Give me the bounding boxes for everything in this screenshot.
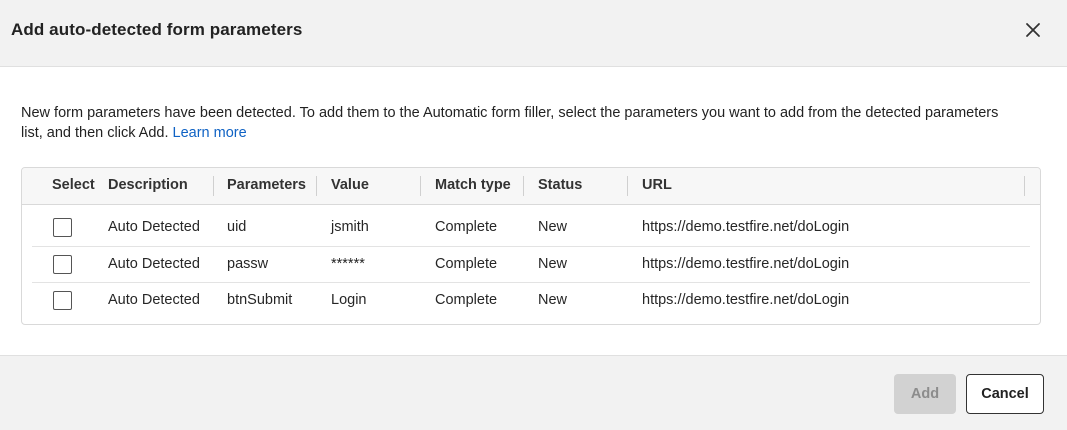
learn-more-link[interactable]: Learn more — [173, 125, 247, 141]
cell-match-type: Complete — [435, 292, 498, 308]
column-header-match-type[interactable]: Match type — [435, 177, 511, 193]
cell-parameter: passw — [227, 256, 269, 272]
add-button[interactable]: Add — [894, 374, 956, 414]
column-header-select[interactable]: Select — [52, 177, 95, 193]
cell-description: Auto Detected — [108, 292, 200, 308]
column-divider[interactable] — [627, 176, 628, 196]
table-header: Select Description Parameters Value Matc… — [22, 168, 1040, 205]
column-header-parameters[interactable]: Parameters — [227, 177, 306, 193]
column-header-description[interactable]: Description — [108, 177, 188, 193]
dialog-title: Add auto-detected form parameters — [11, 20, 303, 39]
column-divider[interactable] — [523, 176, 524, 196]
column-divider[interactable] — [316, 176, 317, 196]
close-icon — [1026, 23, 1040, 37]
row-select-checkbox[interactable] — [53, 291, 72, 310]
intro-message: New form parameters have been detected. … — [21, 105, 999, 141]
parameters-table: Select Description Parameters Value Matc… — [21, 167, 1041, 325]
cell-url: https://demo.testfire.net/doLogin — [642, 292, 850, 308]
cell-parameter: uid — [227, 219, 247, 235]
column-divider[interactable] — [1024, 176, 1025, 196]
cell-match-type: Complete — [435, 256, 498, 272]
cell-value: ****** — [331, 256, 365, 272]
column-divider[interactable] — [420, 176, 421, 196]
cell-value: jsmith — [331, 219, 369, 235]
cell-description: Auto Detected — [108, 219, 200, 235]
column-divider[interactable] — [213, 176, 214, 196]
row-select-checkbox[interactable] — [53, 218, 72, 237]
close-button[interactable] — [1021, 18, 1045, 42]
table-row[interactable]: Auto Detected btnSubmit Login Complete N… — [22, 283, 1040, 319]
column-header-value[interactable]: Value — [331, 177, 369, 193]
cell-parameter: btnSubmit — [227, 292, 293, 308]
cell-status: New — [538, 256, 568, 272]
cell-value: Login — [331, 292, 367, 308]
cell-url: https://demo.testfire.net/doLogin — [642, 219, 850, 235]
cell-description: Auto Detected — [108, 256, 200, 272]
column-header-status[interactable]: Status — [538, 177, 582, 193]
dialog-header: Add auto-detected form parameters — [0, 0, 1067, 67]
table-row[interactable]: Auto Detected uid jsmith Complete New ht… — [22, 210, 1040, 246]
cell-status: New — [538, 219, 568, 235]
cell-match-type: Complete — [435, 219, 498, 235]
column-header-url[interactable]: URL — [642, 177, 672, 193]
dialog-footer: Add Cancel — [0, 355, 1067, 430]
cell-url: https://demo.testfire.net/doLogin — [642, 256, 850, 272]
cancel-button[interactable]: Cancel — [966, 374, 1044, 414]
row-select-checkbox[interactable] — [53, 255, 72, 274]
intro-text: New form parameters have been detected. … — [21, 103, 1011, 143]
cell-status: New — [538, 292, 568, 308]
table-row[interactable]: Auto Detected passw ****** Complete New … — [22, 247, 1040, 283]
